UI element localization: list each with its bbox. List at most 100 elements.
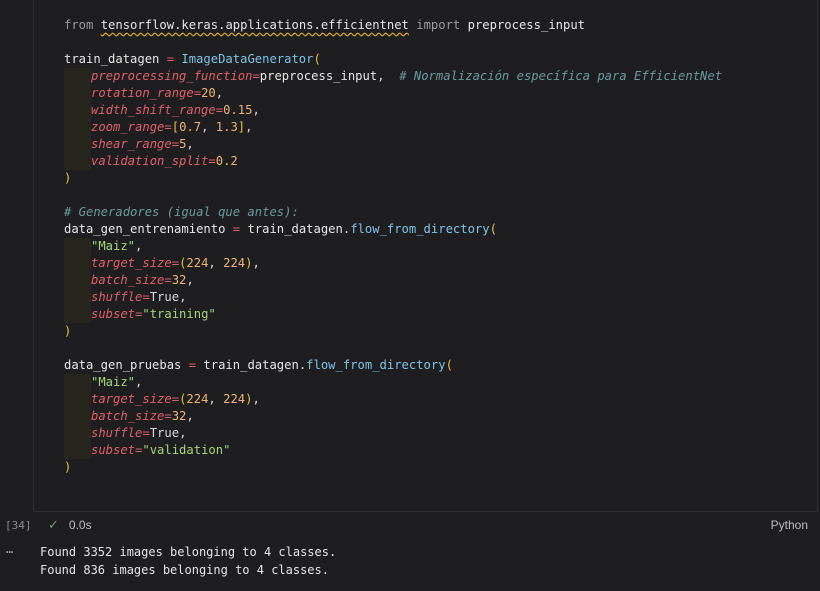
indent-guide (64, 391, 91, 408)
code-line: data_gen_pruebas = train_datagen.flow_fr… (64, 357, 722, 374)
execution-time: 0.0s (68, 518, 92, 532)
paren: ( (489, 222, 497, 236)
value: True (149, 426, 180, 440)
param: shear_range (91, 137, 172, 151)
string: "training" (142, 307, 216, 321)
param: subset (91, 443, 136, 457)
param: shuffle (91, 426, 143, 440)
param: shuffle (91, 290, 143, 304)
comma: , (252, 256, 260, 270)
comment: # Generadores (igual que antes): (64, 205, 299, 219)
code-line: ) (64, 170, 722, 187)
code-line: "Maiz", (64, 238, 722, 255)
code-line: target_size=(224, 224), (64, 391, 722, 408)
operator: = (142, 426, 150, 440)
param: batch_size (91, 273, 165, 287)
paren: ) (64, 324, 72, 338)
code-editor[interactable]: from tensorflow.keras.applications.effic… (64, 17, 722, 476)
operator: = (159, 52, 182, 66)
value: 224 (186, 392, 209, 406)
operator: = (215, 103, 224, 117)
code-line: train_datagen = ImageDataGenerator( (64, 51, 722, 68)
variable: data_gen_entrenamiento (64, 222, 226, 236)
param: preprocessing_function (91, 69, 253, 83)
comma: , (201, 120, 216, 134)
comma: , (179, 426, 187, 440)
comma: , (186, 273, 194, 287)
operator: = (142, 290, 150, 304)
object: train_datagen (203, 358, 299, 372)
indent-guide (64, 153, 91, 170)
method-call: flow_from_directory (350, 222, 490, 236)
execution-count: [34] (5, 519, 32, 532)
param: target_size (91, 392, 172, 406)
operator: = (252, 69, 260, 83)
ellipsis-icon[interactable]: … (6, 542, 14, 556)
param: width_shift_range (91, 103, 216, 117)
indent-guide (64, 85, 91, 102)
indent-guide (64, 119, 91, 136)
indent-guide (64, 289, 91, 306)
keyword-import: import (416, 18, 461, 32)
indent-guide (64, 442, 91, 459)
output-line: Found 836 images belonging to 4 classes. (40, 562, 329, 577)
operator: = (164, 409, 172, 423)
object: train_datagen (247, 222, 343, 236)
value: 224 (223, 392, 246, 406)
operator: = (208, 154, 216, 168)
operator: = (171, 392, 180, 406)
import-name: preprocess_input (467, 18, 586, 32)
comma: , (208, 392, 224, 406)
value: 0.15 (223, 103, 253, 117)
code-line: "Maiz", (64, 374, 722, 391)
comma: , (135, 375, 143, 389)
indent-guide (64, 255, 91, 272)
operator: = (171, 256, 180, 270)
variable: data_gen_pruebas (64, 358, 182, 372)
cell-status: ✓ 0.0s (48, 517, 92, 533)
string: "Maiz" (91, 375, 136, 389)
paren: ( (445, 358, 453, 372)
comma: , (215, 86, 224, 100)
code-line: subset="training" (64, 306, 722, 323)
string: "Maiz" (91, 239, 136, 253)
value: 0.2 (215, 154, 238, 168)
code-line: subset="validation" (64, 442, 722, 459)
variable: train_datagen (64, 52, 160, 66)
comma: , (245, 120, 253, 134)
code-line: width_shift_range=0.15, (64, 102, 722, 119)
language-selector[interactable]: Python (771, 518, 808, 532)
comma: , (252, 103, 260, 117)
code-line: data_gen_entrenamiento = train_datagen.f… (64, 221, 722, 238)
indent-guide (64, 136, 91, 153)
operator: = (193, 86, 202, 100)
value: preprocess_input (259, 69, 378, 83)
code-line: ) (64, 459, 722, 476)
paren: ( (313, 52, 321, 66)
indent-guide (64, 238, 91, 255)
code-line: zoom_range=[0.7, 1.3], (64, 119, 722, 136)
code-line: shear_range=5, (64, 136, 722, 153)
indent-guide (64, 374, 91, 391)
value: True (149, 290, 180, 304)
param: zoom_range (91, 120, 165, 134)
code-line: validation_split=0.2 (64, 153, 722, 170)
comma: , (179, 290, 187, 304)
string: "validation" (142, 443, 231, 457)
comma: , (377, 69, 400, 83)
paren: ) (64, 460, 72, 474)
indent-guide (64, 425, 91, 442)
operator: = (225, 222, 248, 236)
operator: = (164, 120, 172, 134)
value: 20 (201, 86, 216, 100)
indent-guide (64, 68, 91, 85)
bracket: [ (171, 120, 180, 134)
value: 224 (223, 256, 246, 270)
value: 32 (171, 273, 187, 287)
value: 1.3 (215, 120, 238, 134)
comma: , (135, 239, 143, 253)
module-name: tensorflow.keras.applications.efficientn… (100, 18, 409, 32)
paren: ) (64, 171, 72, 185)
output-line: Found 3352 images belonging to 4 classes… (40, 545, 337, 559)
param: batch_size (91, 409, 165, 423)
